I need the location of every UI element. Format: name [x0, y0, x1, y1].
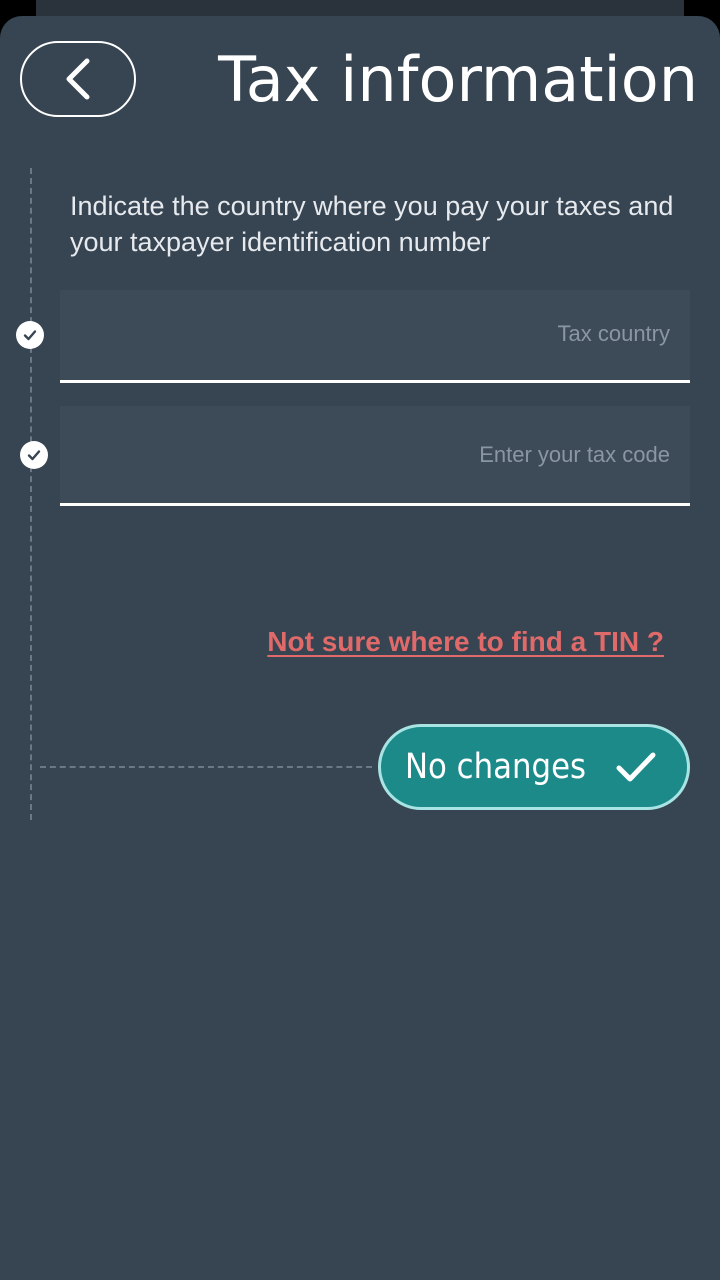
instructions-text: Indicate the country where you pay your … [70, 191, 674, 257]
progress-timeline [30, 168, 32, 820]
no-changes-label: No changes [405, 747, 587, 787]
tax-country-input[interactable] [60, 290, 690, 380]
tax-code-input[interactable] [60, 406, 690, 503]
no-changes-button[interactable]: No changes [378, 724, 690, 810]
tin-help-link[interactable]: Not sure where to find a TIN ? [267, 626, 664, 658]
progress-timeline-connector [40, 766, 372, 768]
step-complete-icon [20, 441, 48, 469]
step-complete-icon [16, 321, 44, 349]
tax-information-screen: Tax information Indicate the country whe… [0, 0, 720, 1280]
page-title: Tax information [218, 43, 698, 116]
tax-country-field[interactable] [60, 290, 690, 383]
back-button[interactable] [20, 41, 136, 117]
tax-code-field[interactable] [60, 406, 690, 506]
checkmark-icon [615, 749, 657, 790]
chevron-left-icon [63, 57, 93, 101]
